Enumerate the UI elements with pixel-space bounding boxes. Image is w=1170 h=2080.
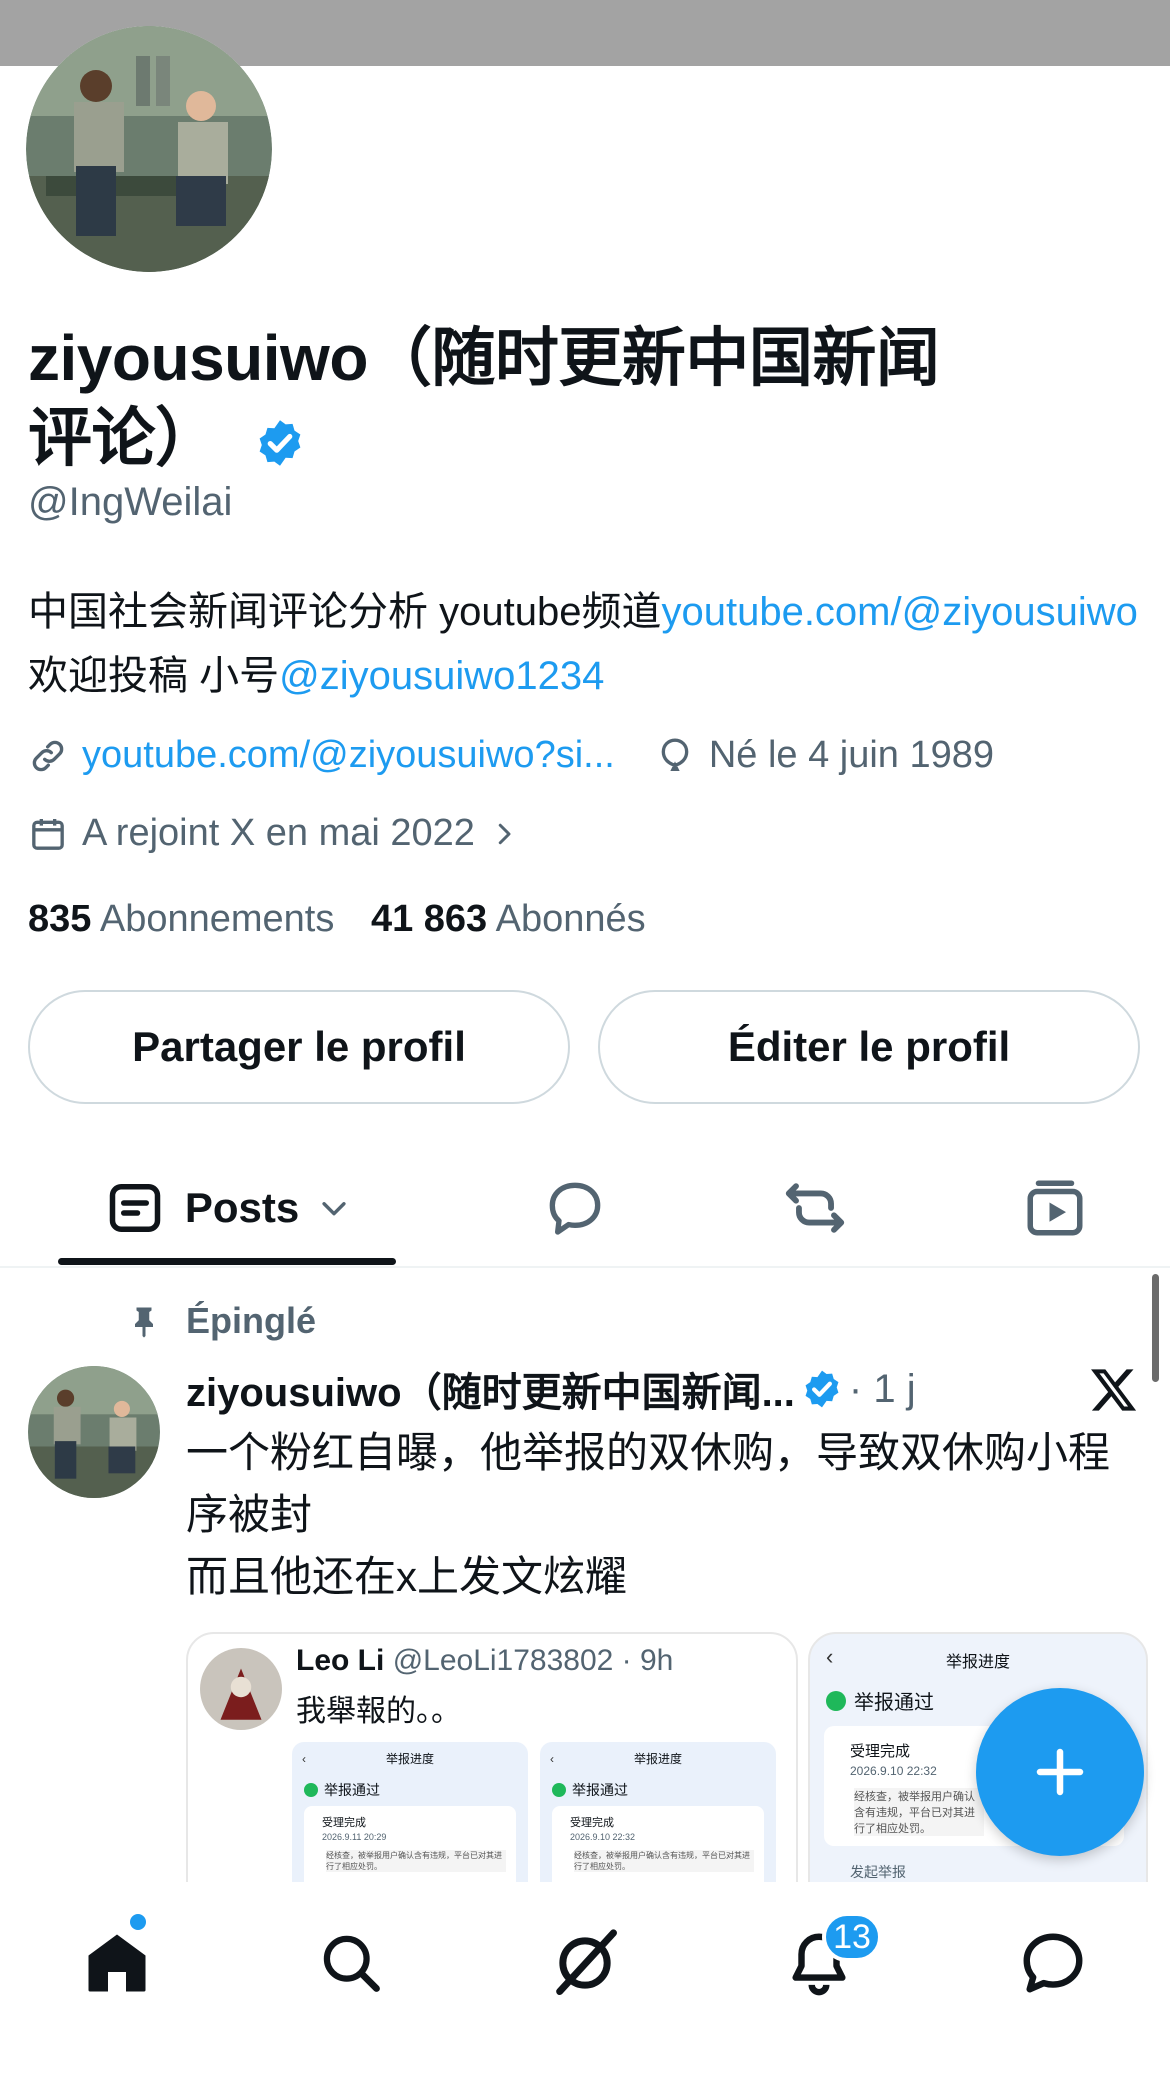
link-icon — [32, 740, 64, 771]
tab-posts[interactable]: Posts — [58, 1150, 398, 1266]
status-label: 举报通过 — [324, 1782, 380, 1798]
bio-text-2: 欢迎投稿 小号 — [28, 654, 280, 698]
bottom-navigation: 13 — [0, 1882, 1170, 2080]
step-label: 受理完成 — [570, 1817, 614, 1829]
home-notification-dot — [130, 1914, 146, 1930]
post-timestamp[interactable]: · 1 j — [849, 1367, 916, 1412]
following-stat[interactable]: 835 Abonnements — [28, 898, 334, 940]
profile-website-link[interactable]: youtube.com/@ziyousuiwo?si... — [82, 734, 615, 777]
post-author-avatar[interactable] — [28, 1366, 160, 1498]
video-icon — [1027, 1180, 1083, 1236]
profile-joined-date: A rejoint X en mai 2022 — [82, 812, 475, 854]
followers-label: Abonnés — [495, 898, 646, 940]
step-label-2: 发起举报 — [850, 1864, 906, 1880]
verified-badge-icon — [805, 1370, 839, 1408]
display-name-text: ziyousuiwo（随时更新中国新闻评论） — [28, 322, 940, 474]
profile-stats: 835 Abonnements 41 863 Abonnés — [28, 898, 646, 941]
pinned-label: Épinglé — [186, 1300, 317, 1341]
panel-title: 举报进度 — [385, 1752, 434, 1766]
status-row: 举报通过 — [826, 1686, 934, 1715]
report-step-box: 受理完成 2026.9.10 22:32 经核查，被举报用户确认含有违规，平台已… — [552, 1806, 764, 1884]
post-text-line-2: 而且他还在x上发文炫耀 — [186, 1553, 628, 1600]
bio-youtube-link[interactable]: youtube.com/@ziyousuiwo — [661, 590, 1137, 634]
balloon-icon — [661, 737, 689, 771]
chevron-down-icon[interactable] — [317, 1191, 351, 1225]
nav-home[interactable] — [72, 1918, 162, 2008]
x-logo-icon — [1091, 1369, 1137, 1411]
status-label: 举报通过 — [572, 1782, 628, 1798]
bio-text-1: 中国社会新闻评论分析 youtube频道 — [28, 590, 662, 634]
followers-count: 41 863 — [370, 898, 488, 940]
status-row: 举报通过 — [552, 1780, 628, 1800]
post-header: ziyousuiwo（随时更新中国新闻... · 1 j — [186, 1360, 1086, 1418]
chevron-right-icon — [498, 823, 511, 844]
profile-meta-row-2[interactable]: A rejoint X en mai 2022 — [28, 812, 519, 855]
share-profile-button[interactable]: Partager le profil — [28, 990, 570, 1104]
home-icon — [88, 1934, 146, 1992]
message-bubble-icon — [1023, 1933, 1083, 1993]
post-text: 一个粉红自曝，他举报的双休购，导致双休购小程序被封 而且他还在x上发文炫耀 — [186, 1422, 1146, 1608]
tab-posts-label: Posts — [184, 1184, 300, 1231]
step-label: 受理完成 — [850, 1743, 911, 1760]
profile-tabs: Posts — [0, 1150, 1170, 1268]
step-date: 2026.9.11 20:29 — [322, 1832, 387, 1842]
panel-title: 举报进度 — [633, 1752, 682, 1766]
posts-tab-icon — [109, 1184, 161, 1232]
tab-media[interactable] — [1000, 1150, 1110, 1266]
pin-icon — [135, 1307, 153, 1338]
step-detail: 经核查，被举报用户确认含有违规，平台已对其进行了相应处罚。 — [574, 1850, 754, 1872]
quoted-header: Leo Li @LeoLi1783802 · 9h — [296, 1644, 673, 1678]
following-label: Abonnements — [99, 898, 335, 940]
reply-bubble-icon — [549, 1182, 601, 1235]
scrollbar[interactable] — [1152, 1274, 1159, 1382]
edit-profile-button[interactable]: Éditer le profil — [598, 990, 1140, 1104]
profile-birthdate: Né le 4 juin 1989 — [708, 734, 995, 776]
post-media-image-1[interactable]: Leo Li @LeoLi1783802 · 9h 我舉報的。。 ‹ 举报进度 … — [186, 1632, 798, 1886]
tab-replies[interactable] — [520, 1150, 630, 1266]
status-label: 举报通过 — [854, 1692, 934, 1714]
calendar-icon — [32, 818, 64, 850]
report-step-box: 受理完成 2026.9.11 20:29 经核查，被举报用户确认含有违规，平台已… — [304, 1806, 516, 1884]
grok-icon — [556, 1929, 617, 1995]
step-detail: 经核查，被举报用户确认含有违规，平台已对其进行了相应处罚。 — [326, 1850, 506, 1872]
profile-avatar[interactable] — [26, 26, 272, 272]
active-tab-indicator — [58, 1258, 396, 1265]
profile-bio: 中国社会新闻评论分析 youtube频道youtube.com/@ziyousu… — [28, 580, 1138, 708]
bio-mention-link[interactable]: @ziyousuiwo1234 — [279, 654, 604, 698]
report-card-2: ‹ 举报进度 举报通过 受理完成 2026.9.10 22:32 经核查，被举报… — [540, 1742, 776, 1884]
quoted-text: 我舉報的。。 — [296, 1695, 461, 1728]
step-label: 受理完成 — [322, 1817, 366, 1829]
post-author-name[interactable]: ziyousuiwo（随时更新中国新闻... — [186, 1360, 795, 1418]
step-date: 2026.9.10 22:32 — [850, 1764, 937, 1778]
followers-stat[interactable]: 41 863 Abonnés — [371, 898, 646, 940]
plus-icon — [1036, 1748, 1084, 1796]
pinned-indicator: Épinglé — [126, 1300, 316, 1342]
status-row: 举报通过 — [304, 1780, 380, 1800]
compose-post-button[interactable] — [976, 1688, 1144, 1856]
nav-search[interactable] — [306, 1918, 396, 2008]
check-icon — [552, 1783, 566, 1797]
verified-badge-icon[interactable] — [254, 417, 306, 469]
profile-meta-row-1: youtube.com/@ziyousuiwo?si... Né le 4 ju… — [28, 734, 994, 777]
quoted-name: Leo Li — [296, 1644, 385, 1677]
following-count: 835 — [28, 898, 92, 940]
nav-messages[interactable] — [1008, 1918, 1098, 2008]
search-icon — [323, 1935, 380, 1992]
tab-reposts[interactable] — [760, 1150, 870, 1266]
notification-count-badge: 13 — [822, 1912, 882, 1962]
check-icon — [304, 1783, 318, 1797]
step-date: 2026.9.10 22:32 — [570, 1832, 636, 1842]
post-text-line-1: 一个粉红自曝，他举报的双休购，导致双休购小程序被封 — [186, 1429, 1111, 1538]
check-icon — [826, 1690, 846, 1711]
panel-title: 举报进度 — [945, 1654, 1010, 1671]
repost-icon — [785, 1183, 845, 1233]
profile-display-name: ziyousuiwo（随时更新中国新闻评论） — [28, 318, 988, 478]
quoted-handle: @LeoLi1783802 · 9h — [392, 1644, 674, 1677]
report-card-1: ‹ 举报进度 举报通过 受理完成 2026.9.11 20:29 经核查，被举报… — [292, 1742, 528, 1884]
profile-handle: @IngWeilai — [28, 480, 233, 524]
nav-grok[interactable] — [540, 1918, 630, 2008]
quoted-avatar — [200, 1648, 282, 1730]
step-detail: 经核查，被举报用户确认含有违规，平台已对其进行了相应处罚。 — [854, 1788, 984, 1836]
